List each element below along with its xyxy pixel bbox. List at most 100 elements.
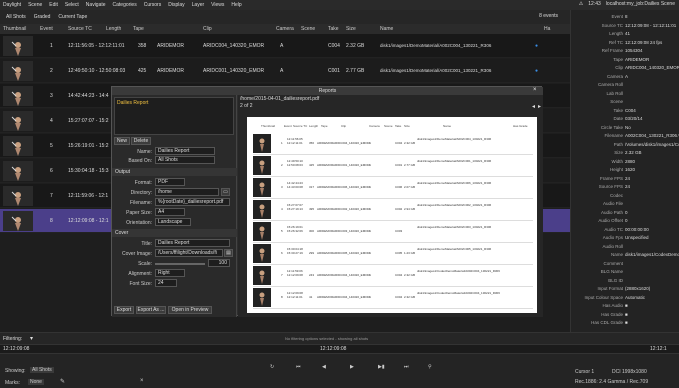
preview-camera: A [369, 141, 372, 145]
col-take[interactable]: Take [328, 26, 339, 32]
inspector-key: Input Colour Space [584, 294, 623, 300]
scale-slider[interactable] [155, 263, 205, 265]
format-select[interactable]: PDF [155, 178, 185, 186]
inspector-field: Source TC 12:12:09:08 - 12:12:11:01 [570, 23, 679, 31]
next-page-icon[interactable]: ▸ [538, 103, 541, 110]
menu-item[interactable]: Scene [28, 2, 42, 8]
preview-thumbnail [253, 288, 271, 307]
paper-size-label: Paper Size: [126, 210, 152, 216]
menu-item[interactable]: Select [65, 2, 79, 8]
open-in-preview-button[interactable]: Open in Preview [168, 306, 212, 314]
preview-tape: ARIDEMOR [317, 185, 334, 189]
col-source-tc[interactable]: Source TC [68, 26, 92, 32]
filename-input[interactable]: %{rootDate}_dailiesreport.pdf [155, 198, 230, 206]
menu-item[interactable]: Navigate [86, 2, 106, 8]
menu-item[interactable]: Views [211, 2, 224, 8]
paper-size-select[interactable]: A4 [155, 208, 185, 216]
inspector-field: Height 1620 [570, 167, 679, 175]
marks-select[interactable]: None [28, 379, 44, 385]
col-ha[interactable]: Ha [544, 26, 550, 32]
menu-item[interactable]: Display [168, 2, 184, 8]
col-thumbnail[interactable]: Thumbnail [3, 26, 26, 32]
clear-icon[interactable]: × [140, 378, 144, 384]
inspector-key: Filename [604, 133, 623, 138]
inspector-key: Camera Roll [597, 82, 623, 87]
font-size-input[interactable]: 24 [155, 279, 177, 287]
inspector-key: BLG ID [608, 277, 623, 283]
inspector-field: Length 41 [570, 31, 679, 39]
col-name[interactable]: Name [380, 26, 393, 32]
tab-all-shots[interactable]: All Shots [6, 14, 26, 20]
filter-dropdown-icon[interactable]: ▾ [30, 335, 33, 342]
list-item[interactable]: Dailies Report [117, 100, 148, 106]
go-start-icon[interactable]: ⏮ [296, 364, 301, 370]
menu-item[interactable]: Cursors [144, 2, 162, 8]
report-list[interactable]: Dailies Report [114, 97, 234, 135]
menu-item[interactable]: Layer [192, 2, 205, 8]
folder-icon[interactable]: ▭ [221, 188, 230, 196]
col-clip[interactable]: Clip [203, 26, 212, 32]
preview-row: 4 15:27:07:07 15:27:19:13 495 ARIDEMOR ARIDC… [253, 199, 533, 221]
report-name-input[interactable]: Dailies Report [155, 147, 215, 155]
name-label: Name: [137, 149, 152, 155]
preview-col-header: Has Grade [513, 124, 528, 128]
inspector-field: Comment [570, 261, 679, 269]
col-length[interactable]: Length [106, 26, 121, 32]
based-on-select[interactable]: All Shots [155, 156, 215, 164]
new-button[interactable]: New [114, 137, 130, 145]
timecode-right: 12:12:1 [650, 346, 667, 352]
cover-title-input[interactable]: Dailies Report [155, 239, 230, 247]
preview-tape: ARIDEMOR [317, 229, 334, 233]
preview-thumbnail [253, 178, 271, 197]
directory-input[interactable]: /home [155, 188, 219, 196]
loop-icon[interactable]: ↻ [270, 364, 274, 370]
shot-thumbnail [3, 61, 33, 81]
menu-item[interactable]: Help [231, 2, 241, 8]
col-event[interactable]: Event [40, 26, 53, 32]
showing-select[interactable]: All Shots [30, 367, 54, 373]
orientation-select[interactable]: Landscape [155, 218, 191, 226]
inspector-field: Lab Roll [570, 91, 679, 99]
preview-clip: ARIDC002_140320_EMOR [333, 207, 370, 211]
tab-graded[interactable]: Graded [34, 14, 51, 20]
pen-icon[interactable]: ✎ [60, 378, 65, 385]
close-icon[interactable]: × [533, 87, 539, 94]
cover-image-input[interactable]: /Users/ffilight/Downloads/fi [155, 249, 223, 257]
menu-item[interactable]: Categories [113, 2, 137, 8]
step-back-icon[interactable]: ◀ [322, 364, 326, 370]
preview-col-header: Take [395, 124, 402, 128]
preview-col-header: Name [443, 124, 452, 128]
preview-tape: ARIDEMOR [317, 141, 334, 145]
step-forward-icon[interactable]: ▶▮ [378, 364, 385, 370]
play-icon[interactable]: ▶ [350, 364, 354, 370]
preview-take: C004 [395, 295, 403, 299]
col-tape[interactable]: Tape [133, 26, 144, 32]
row-event: 1 [50, 43, 53, 49]
delete-button[interactable]: Delete [131, 137, 151, 145]
prev-page-icon[interactable]: ◂ [532, 103, 535, 110]
export-button[interactable]: Export [114, 306, 134, 314]
go-end-icon[interactable]: ⏭ [404, 364, 409, 370]
preview-camera: A [369, 295, 372, 299]
image-browse-icon[interactable]: ▤ [224, 249, 233, 257]
alignment-select[interactable]: Right [155, 269, 185, 277]
col-scene[interactable]: Scene [301, 26, 315, 32]
preview-length: 356 [309, 141, 315, 145]
tab-current-tape[interactable]: Current Tape [58, 14, 87, 20]
inspector-value: ARIDC004_140320_EMOR [625, 65, 679, 70]
menu-item[interactable]: Daylight [3, 2, 21, 8]
inspector-key: Codec [609, 192, 623, 198]
scale-input[interactable]: 100 [208, 259, 230, 267]
menu-item[interactable]: Edit [49, 2, 58, 8]
preview-length: 299 [309, 251, 315, 255]
zoom-icon[interactable]: ⚲ [428, 364, 432, 370]
table-row[interactable]: 2 12:49:50:10 - 12:50:08:03 425 ARIDEMOR ARI… [0, 59, 570, 83]
table-row[interactable]: 1 12:11:56:05 - 12:12:11:01 358 ARIDEMOR ARI… [0, 34, 570, 58]
preview-col-header: Source TC [293, 124, 308, 128]
col-size[interactable]: Size [346, 26, 356, 32]
inspector-field: Audio File [570, 201, 679, 209]
export-as-button[interactable]: Export As ... [136, 306, 166, 314]
preview-tape: ARIDEMOR [317, 207, 334, 211]
preview-length: 425 [309, 163, 315, 167]
col-camera[interactable]: Camera [276, 26, 294, 32]
